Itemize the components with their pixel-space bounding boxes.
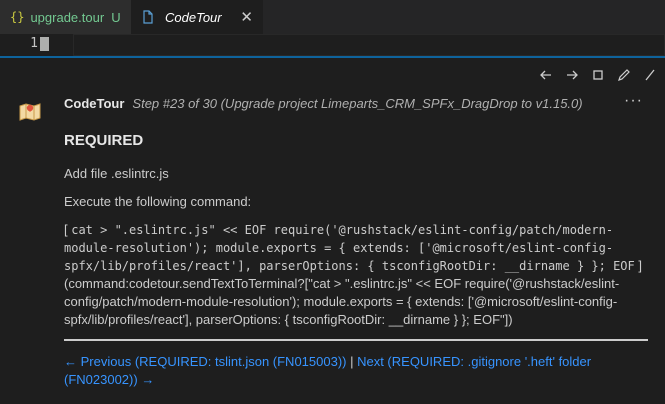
editor[interactable]: 1: [0, 34, 665, 56]
file-icon: [143, 10, 153, 24]
tab-label: upgrade.tour: [30, 9, 105, 25]
json-icon: {}: [10, 10, 25, 24]
comment-author: CodeTour: [64, 96, 125, 111]
slash-icon: [645, 69, 655, 81]
command-paragraph: [ cat > ".eslintrc.js" << EOF require('@…: [64, 221, 648, 329]
step-heading: REQUIRED: [64, 132, 144, 149]
tab-codetour[interactable]: CodeTour ✕: [131, 0, 263, 34]
step-body: REQUIRED Add file .eslintrc.js Execute t…: [64, 132, 648, 399]
tab-upgrade-tour[interactable]: {} upgrade.tour U: [0, 0, 131, 34]
codetour-comment-widget: CodeTour Step #23 of 30 (Upgrade project…: [0, 56, 665, 404]
tab-label: CodeTour: [165, 9, 222, 25]
step-description: Add file .eslintrc.js: [64, 166, 169, 181]
stop-tour-button[interactable]: [589, 66, 607, 84]
next-step-button[interactable]: [563, 66, 581, 84]
map-icon: [19, 103, 41, 121]
divider: [64, 339, 648, 341]
step-instruction: Execute the following command:: [64, 194, 252, 209]
tab-bar: {} upgrade.tour U CodeTour ✕: [0, 0, 665, 34]
step-navigation: ← Previous (REQUIRED: tslint.json (FN015…: [64, 353, 648, 389]
previous-step-label: Previous (REQUIRED: tslint.json (FN01500…: [80, 354, 347, 369]
close-icon[interactable]: ✕: [240, 8, 253, 26]
widget-toolbar: [537, 66, 659, 84]
current-line-highlight: [73, 34, 665, 56]
edit-step-button[interactable]: [615, 66, 633, 84]
text-cursor: [40, 37, 49, 51]
nav-separator: |: [346, 354, 358, 369]
pencil-icon: [618, 69, 630, 81]
previous-step-link[interactable]: ← Previous (REQUIRED: tslint.json (FN015…: [64, 354, 346, 369]
arrow-right-icon: [567, 70, 578, 80]
arrow-right-glyph: →: [141, 372, 155, 387]
comment-header: CodeTour Step #23 of 30 (Upgrade project…: [64, 96, 583, 111]
arrow-left-glyph: ←: [64, 354, 81, 369]
step-title: Step #23 of 30 (Upgrade project Limepart…: [132, 96, 583, 111]
untracked-badge: U: [111, 9, 121, 25]
more-actions-icon[interactable]: ···: [624, 92, 643, 110]
stop-icon: [593, 70, 603, 80]
command-code: cat > ".eslintrc.js" << EOF require('@ru…: [64, 223, 635, 273]
previous-step-button[interactable]: [537, 66, 555, 84]
arrow-left-icon: [540, 70, 551, 80]
line-number: 1: [30, 36, 38, 51]
delete-step-button[interactable]: [641, 66, 659, 84]
